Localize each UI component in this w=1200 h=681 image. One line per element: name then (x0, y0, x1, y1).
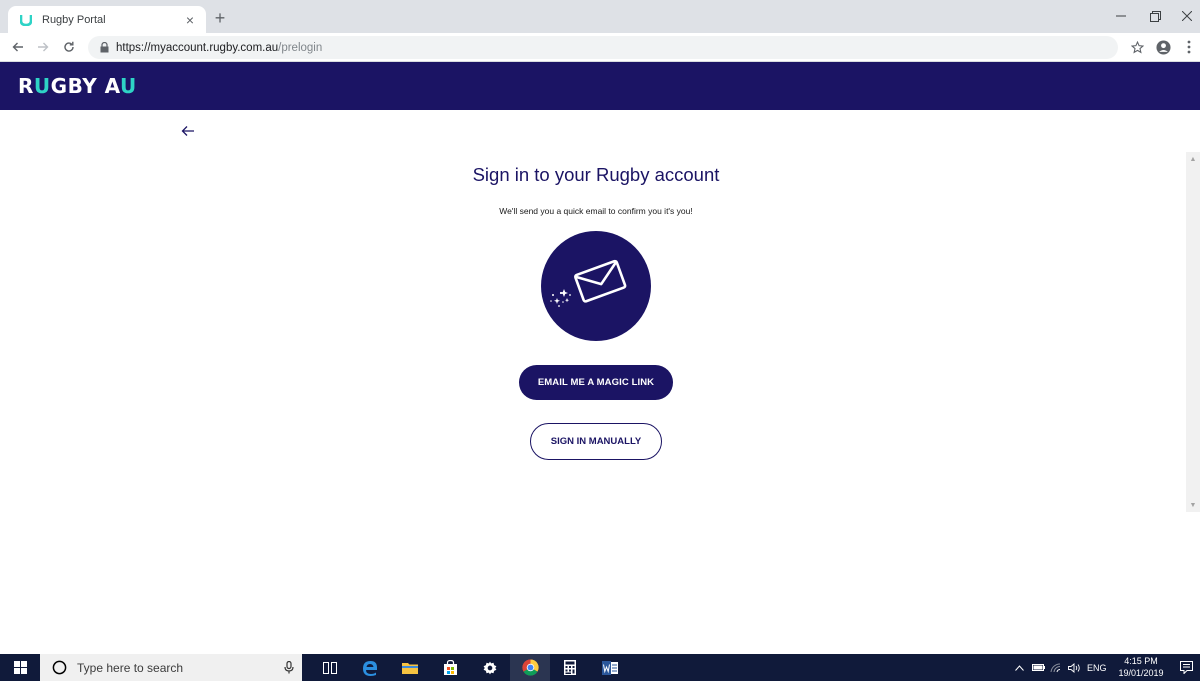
taskbar-search-input[interactable]: Type here to search (40, 654, 302, 681)
logo-letter: R (18, 74, 34, 98)
windows-taskbar: Type here to search ENG 4:15 PM 19/01/20… (0, 654, 1200, 681)
tab-close-icon[interactable]: × (182, 12, 198, 28)
scrollbar[interactable]: ▲ ▼ (1186, 152, 1200, 512)
menu-kebab-icon[interactable] (1178, 36, 1200, 58)
bookmark-star-icon[interactable] (1126, 36, 1148, 58)
clock-time: 4:15 PM (1124, 656, 1158, 666)
scroll-down-icon[interactable]: ▼ (1186, 498, 1200, 512)
file-explorer-icon[interactable] (390, 654, 430, 681)
logo-accent-letter: U (33, 74, 51, 98)
microphone-icon[interactable] (276, 654, 302, 681)
notifications-icon[interactable] (1172, 654, 1200, 681)
forward-icon[interactable] (32, 36, 54, 58)
windows-start-icon[interactable] (0, 654, 40, 681)
page-title: Sign in to your Rugby account (472, 164, 720, 185)
clock-date: 19/01/2019 (1118, 667, 1164, 678)
volume-icon[interactable] (1065, 662, 1083, 673)
magic-email-illustration (541, 231, 651, 341)
new-tab-icon[interactable]: + (210, 8, 230, 28)
logo-letters: GBY A (50, 74, 121, 98)
browser-toolbar: https://myaccount.rugby.com.au/prelogin (0, 33, 1200, 62)
page-subtitle: We'll send you a quick email to confirm … (499, 206, 693, 216)
task-view-icon[interactable] (310, 654, 350, 681)
taskbar-clock[interactable]: 4:15 PM 19/01/2019 (1114, 656, 1168, 679)
search-placeholder: Type here to search (77, 660, 184, 675)
address-bar[interactable]: https://myaccount.rugby.com.au/prelogin (88, 36, 1118, 59)
settings-gear-icon[interactable] (470, 654, 510, 681)
close-window-icon[interactable] (1172, 4, 1200, 28)
lock-icon (98, 42, 110, 54)
site-header: RUGBY AU (0, 62, 1200, 110)
battery-icon[interactable] (1029, 664, 1047, 671)
back-icon[interactable] (7, 36, 29, 58)
browser-tab-strip: Rugby Portal × + (0, 0, 1200, 33)
restore-icon[interactable] (1140, 4, 1170, 28)
back-arrow-icon[interactable] (178, 122, 198, 140)
url-path: /prelogin (278, 41, 323, 54)
word-icon[interactable] (590, 654, 630, 681)
profile-icon[interactable] (1152, 36, 1174, 58)
chrome-icon[interactable] (510, 654, 550, 681)
minimize-icon[interactable] (1106, 4, 1136, 28)
edge-browser-icon[interactable] (350, 654, 390, 681)
tab-title: Rugby Portal (42, 13, 106, 26)
calculator-icon[interactable] (550, 654, 590, 681)
email-magic-link-button[interactable]: EMAIL ME A MAGIC LINK (519, 365, 673, 400)
sign-in-manually-button[interactable]: SIGN IN MANUALLY (530, 423, 662, 460)
url-host: https://myaccount.rugby.com.au (116, 41, 279, 54)
scroll-up-icon[interactable]: ▲ (1186, 152, 1200, 166)
rugby-au-logo[interactable]: RUGBY AU (18, 74, 137, 98)
wifi-icon[interactable] (1047, 662, 1065, 673)
reload-icon[interactable] (58, 36, 80, 58)
system-tray: ENG (1012, 654, 1107, 681)
envelope-icon (550, 259, 627, 307)
language-indicator[interactable]: ENG (1087, 663, 1107, 673)
rugby-favicon-icon (18, 12, 34, 28)
cortana-circle-icon (52, 660, 67, 675)
chevron-up-icon[interactable] (1012, 664, 1026, 671)
store-icon[interactable] (430, 654, 470, 681)
logo-accent-letter: U (120, 74, 137, 98)
browser-tab[interactable]: Rugby Portal × (8, 6, 206, 33)
url-text: https://myaccount.rugby.com.au/prelogin (116, 42, 322, 54)
